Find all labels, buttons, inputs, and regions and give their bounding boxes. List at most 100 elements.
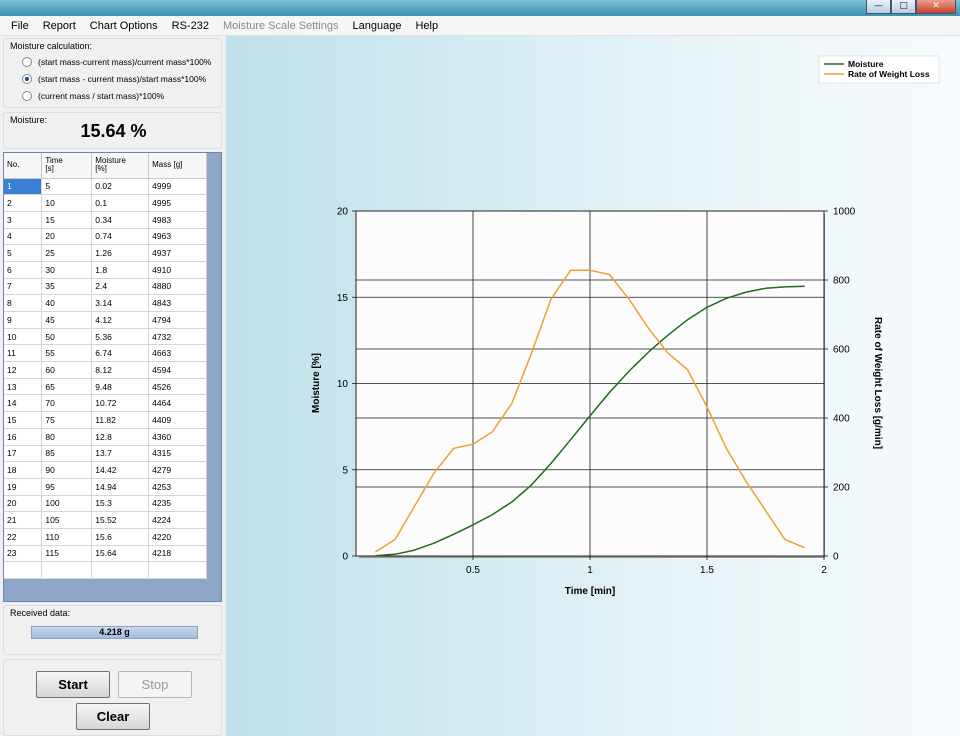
cell-time[interactable]: 40 xyxy=(41,294,93,312)
cell-mass[interactable]: 4995 xyxy=(148,194,207,212)
cell-time[interactable]: 55 xyxy=(41,344,93,363)
cell-mass[interactable]: 4594 xyxy=(148,361,207,379)
cell-no[interactable]: 3 xyxy=(4,211,43,229)
clear-button[interactable]: Clear xyxy=(76,703,150,730)
cell-no[interactable]: 13 xyxy=(4,378,43,396)
table-row[interactable]: 15 75 11.82 4409 xyxy=(4,411,207,429)
cell-no[interactable]: 17 xyxy=(4,445,43,463)
radio-button[interactable] xyxy=(22,91,32,101)
cell-no[interactable]: 16 xyxy=(4,428,43,446)
cell-no[interactable]: 18 xyxy=(4,461,43,479)
cell-moisture[interactable]: 15.52 xyxy=(91,511,150,529)
cell-moisture[interactable]: 11.82 xyxy=(91,411,150,429)
column-header-mass[interactable]: Mass [g] xyxy=(148,153,207,179)
cell-no[interactable]: 21 xyxy=(4,511,43,529)
cell-time[interactable]: 25 xyxy=(41,244,93,262)
cell-moisture[interactable]: 0.02 xyxy=(91,178,150,196)
cell-time[interactable]: 100 xyxy=(41,495,93,513)
cell-mass[interactable]: 4220 xyxy=(148,528,207,546)
cell-mass[interactable]: 4732 xyxy=(148,328,207,346)
cell-no[interactable]: 10 xyxy=(4,328,43,346)
cell-mass[interactable]: 4409 xyxy=(148,411,207,429)
cell-moisture[interactable]: 15.6 xyxy=(91,528,150,546)
cell-moisture[interactable]: 2.4 xyxy=(91,278,150,296)
cell-mass[interactable]: 4910 xyxy=(148,261,207,279)
cell-moisture[interactable]: 15.64 xyxy=(91,545,150,563)
table-row[interactable]: 18 90 14.42 4279 xyxy=(4,461,207,479)
table-row[interactable]: 7 35 2.4 4880 xyxy=(4,278,207,296)
column-header-time[interactable]: Time [s] xyxy=(41,153,93,179)
table-row[interactable]: 3 15 0.34 4983 xyxy=(4,211,207,229)
cell-moisture[interactable]: 0.74 xyxy=(91,228,150,246)
cell-mass[interactable]: 4983 xyxy=(148,211,207,229)
cell-time[interactable]: 5 xyxy=(41,178,93,196)
menu-help[interactable]: Help xyxy=(408,16,445,36)
menu-report[interactable]: Report xyxy=(36,16,83,36)
table-row[interactable]: 13 65 9.48 4526 xyxy=(4,378,207,396)
table-row[interactable]: 16 80 12.8 4360 xyxy=(4,428,207,446)
table-row[interactable]: 17 85 13.7 4315 xyxy=(4,445,207,463)
table-row[interactable]: 9 45 4.12 4794 xyxy=(4,311,207,329)
table-row[interactable]: 12 60 8.12 4594 xyxy=(4,361,207,379)
cell-moisture[interactable]: 9.48 xyxy=(91,378,150,396)
table-row[interactable]: 4 20 0.74 4963 xyxy=(4,228,207,246)
table-row[interactable]: 14 70 10.72 4464 xyxy=(4,394,207,413)
cell-moisture[interactable]: 10.72 xyxy=(91,394,150,413)
start-button[interactable]: Start xyxy=(36,671,110,698)
table-row[interactable]: 8 40 3.14 4843 xyxy=(4,294,207,312)
cell-time[interactable]: 65 xyxy=(41,378,93,396)
cell-no[interactable]: 8 xyxy=(4,294,43,312)
cell-moisture[interactable]: 13.7 xyxy=(91,445,150,463)
close-button[interactable]: ✕ xyxy=(916,0,956,14)
cell-moisture[interactable]: 5.36 xyxy=(91,328,150,346)
cell-mass[interactable]: 4880 xyxy=(148,278,207,296)
cell-time[interactable]: 90 xyxy=(41,461,93,479)
cell-time[interactable]: 50 xyxy=(41,328,93,346)
cell-moisture[interactable]: 14.94 xyxy=(91,478,150,496)
data-table-container[interactable]: No. Time [s] Moisture [%] Mass [g] 1 5 0.02 4… xyxy=(3,152,222,602)
cell-time[interactable]: 35 xyxy=(41,278,93,296)
calc-option-1[interactable]: (start mass-current mass)/current mass*1… xyxy=(22,57,211,67)
cell-mass[interactable]: 4224 xyxy=(148,511,207,529)
cell-mass[interactable]: 4963 xyxy=(148,228,207,246)
cell-moisture[interactable]: 4.12 xyxy=(91,311,150,329)
table-row[interactable]: 23 115 15.64 4218 xyxy=(4,545,207,563)
cell-time[interactable]: 70 xyxy=(41,394,93,413)
cell-moisture[interactable]: 1.26 xyxy=(91,244,150,262)
table-row[interactable]: 21 105 15.52 4224 xyxy=(4,511,207,529)
cell-mass[interactable]: 4218 xyxy=(148,545,207,563)
empty-cell[interactable] xyxy=(91,561,150,579)
table-row[interactable]: 22 110 15.6 4220 xyxy=(4,528,207,546)
cell-moisture[interactable]: 0.1 xyxy=(91,194,150,212)
empty-cell[interactable] xyxy=(148,561,207,579)
table-row[interactable]: 2 10 0.1 4995 xyxy=(4,194,207,212)
data-table[interactable]: No. Time [s] Moisture [%] Mass [g] 1 5 0.02 4… xyxy=(4,153,207,579)
calc-option-3[interactable]: (current mass / start mass)*100% xyxy=(22,91,164,101)
radio-button-checked[interactable] xyxy=(22,74,32,84)
maximize-button[interactable]: □ xyxy=(891,0,916,14)
cell-time[interactable]: 80 xyxy=(41,428,93,446)
cell-time[interactable]: 30 xyxy=(41,261,93,279)
cell-moisture[interactable]: 14.42 xyxy=(91,461,150,479)
cell-time[interactable]: 115 xyxy=(41,545,93,563)
table-row[interactable]: 20 100 15.3 4235 xyxy=(4,495,207,513)
empty-cell[interactable] xyxy=(41,561,93,579)
table-row[interactable]: 10 50 5.36 4732 xyxy=(4,328,207,346)
cell-moisture[interactable]: 15.3 xyxy=(91,495,150,513)
cell-time[interactable]: 15 xyxy=(41,211,93,229)
cell-mass[interactable]: 4999 xyxy=(148,178,207,196)
minimize-button[interactable]: — xyxy=(866,0,891,14)
cell-no[interactable]: 11 xyxy=(4,344,43,363)
cell-mass[interactable]: 4235 xyxy=(148,495,207,513)
cell-no[interactable]: 15 xyxy=(4,411,43,429)
cell-moisture[interactable]: 3.14 xyxy=(91,294,150,312)
cell-time[interactable]: 75 xyxy=(41,411,93,429)
cell-mass[interactable]: 4464 xyxy=(148,394,207,413)
cell-time[interactable]: 20 xyxy=(41,228,93,246)
table-row[interactable]: 5 25 1.26 4937 xyxy=(4,244,207,262)
cell-mass[interactable]: 4279 xyxy=(148,461,207,479)
table-row[interactable]: 1 5 0.02 4999 xyxy=(4,178,207,196)
cell-no[interactable]: 19 xyxy=(4,478,43,496)
cell-time[interactable]: 10 xyxy=(41,194,93,212)
cell-no[interactable]: 6 xyxy=(4,261,43,279)
